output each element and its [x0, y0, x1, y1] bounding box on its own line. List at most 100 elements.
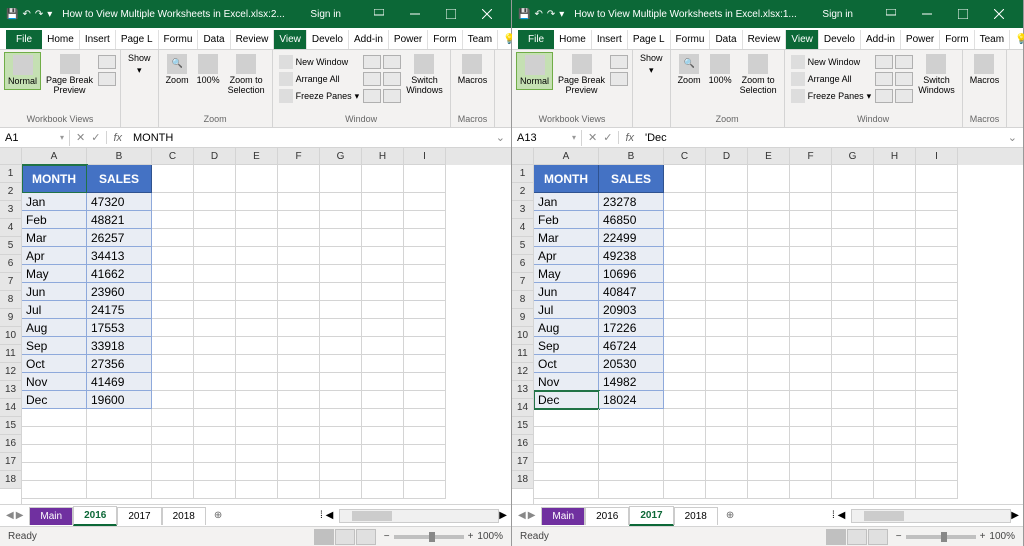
horizontal-scrollbar[interactable]: [851, 509, 1011, 523]
cell-header[interactable]: MONTH: [22, 165, 87, 193]
grid[interactable]: A B C D E F G H I MONTHSALESJan23278Feb4…: [534, 148, 1023, 504]
view-side-icon[interactable]: [383, 55, 401, 69]
cell[interactable]: [278, 229, 320, 247]
split-icon[interactable]: [363, 55, 381, 69]
insert-function-icon[interactable]: fx: [107, 132, 128, 144]
zoom-level[interactable]: 100%: [477, 531, 503, 542]
cell[interactable]: [790, 319, 832, 337]
cell[interactable]: [194, 355, 236, 373]
row-header[interactable]: 13: [0, 381, 21, 399]
cell[interactable]: [874, 445, 916, 463]
sheet-tab-2017[interactable]: 2017: [117, 507, 161, 525]
cell[interactable]: [664, 193, 706, 211]
cell[interactable]: [748, 355, 790, 373]
cell[interactable]: [236, 229, 278, 247]
cell[interactable]: [404, 247, 446, 265]
grid[interactable]: A B C D E F G H I MONTHSALESJan47320Feb4…: [22, 148, 511, 504]
cell[interactable]: [748, 283, 790, 301]
zoom-level[interactable]: 100%: [989, 531, 1015, 542]
sync-scroll-icon[interactable]: [895, 72, 913, 86]
cell[interactable]: [534, 409, 599, 427]
cell[interactable]: [320, 445, 362, 463]
row-header[interactable]: 6: [0, 255, 21, 273]
cell[interactable]: 49238: [599, 247, 664, 265]
cell[interactable]: Oct: [22, 355, 87, 373]
cell[interactable]: [748, 319, 790, 337]
zoom-100-button[interactable]: 100%: [194, 52, 223, 88]
custom-views-icon[interactable]: [98, 72, 116, 86]
cell[interactable]: [194, 337, 236, 355]
cell[interactable]: [790, 481, 832, 499]
tab-home[interactable]: Home: [42, 30, 80, 49]
cell[interactable]: [194, 481, 236, 499]
cell[interactable]: [916, 391, 958, 409]
cell[interactable]: [194, 391, 236, 409]
row-header[interactable]: 4: [0, 219, 21, 237]
cell[interactable]: [534, 445, 599, 463]
cell[interactable]: [152, 229, 194, 247]
cell[interactable]: [152, 427, 194, 445]
cell[interactable]: [664, 265, 706, 283]
tab-nav-prev-icon[interactable]: ◀: [518, 510, 526, 521]
cell[interactable]: [790, 409, 832, 427]
cell[interactable]: [236, 301, 278, 319]
cell[interactable]: [152, 265, 194, 283]
cell[interactable]: [362, 247, 404, 265]
row-header[interactable]: 5: [0, 237, 21, 255]
cell[interactable]: Apr: [534, 247, 599, 265]
cell[interactable]: 22499: [599, 229, 664, 247]
cell[interactable]: [152, 165, 194, 193]
cell[interactable]: [874, 247, 916, 265]
cell[interactable]: [404, 193, 446, 211]
cell[interactable]: [152, 355, 194, 373]
cell[interactable]: [748, 211, 790, 229]
cell[interactable]: [152, 337, 194, 355]
page-break-preview-button[interactable]: Page Break Preview: [43, 52, 96, 98]
cell[interactable]: [320, 193, 362, 211]
tab-developer[interactable]: Develo: [819, 30, 861, 49]
row-header[interactable]: 14: [512, 399, 533, 417]
cell[interactable]: [790, 193, 832, 211]
row-header[interactable]: 1: [512, 165, 533, 183]
cell[interactable]: [194, 319, 236, 337]
cell[interactable]: [278, 193, 320, 211]
cell[interactable]: Feb: [22, 211, 87, 229]
cell[interactable]: [152, 391, 194, 409]
cell[interactable]: [152, 211, 194, 229]
cell[interactable]: [874, 229, 916, 247]
zoom-in-icon[interactable]: +: [468, 531, 474, 542]
macros-button[interactable]: Macros: [967, 52, 1003, 88]
cell[interactable]: [664, 391, 706, 409]
row-header[interactable]: 15: [512, 417, 533, 435]
cell[interactable]: Aug: [22, 319, 87, 337]
cell[interactable]: [832, 337, 874, 355]
cell[interactable]: [194, 283, 236, 301]
cell[interactable]: [278, 373, 320, 391]
cell[interactable]: [874, 283, 916, 301]
cell[interactable]: 23960: [87, 283, 152, 301]
cell[interactable]: [236, 373, 278, 391]
cell[interactable]: [404, 355, 446, 373]
normal-view-button[interactable]: Normal: [516, 52, 553, 90]
col-header[interactable]: A: [22, 148, 87, 165]
cell[interactable]: Sep: [534, 337, 599, 355]
cell[interactable]: [916, 445, 958, 463]
row-header[interactable]: 1: [0, 165, 21, 183]
cell[interactable]: [362, 265, 404, 283]
tab-page-layout[interactable]: Page L: [116, 30, 159, 49]
cell[interactable]: [278, 247, 320, 265]
cell[interactable]: [236, 427, 278, 445]
cell[interactable]: Mar: [22, 229, 87, 247]
row-header[interactable]: 7: [0, 273, 21, 291]
cell[interactable]: [87, 463, 152, 481]
cell[interactable]: [832, 211, 874, 229]
cell[interactable]: [236, 391, 278, 409]
cell[interactable]: 46850: [599, 211, 664, 229]
cell[interactable]: [599, 463, 664, 481]
page-layout-icon[interactable]: [98, 55, 116, 69]
cell[interactable]: [22, 409, 87, 427]
tab-data[interactable]: Data: [198, 30, 230, 49]
cell-header[interactable]: SALES: [599, 165, 664, 193]
cell[interactable]: [404, 445, 446, 463]
cell[interactable]: [320, 409, 362, 427]
